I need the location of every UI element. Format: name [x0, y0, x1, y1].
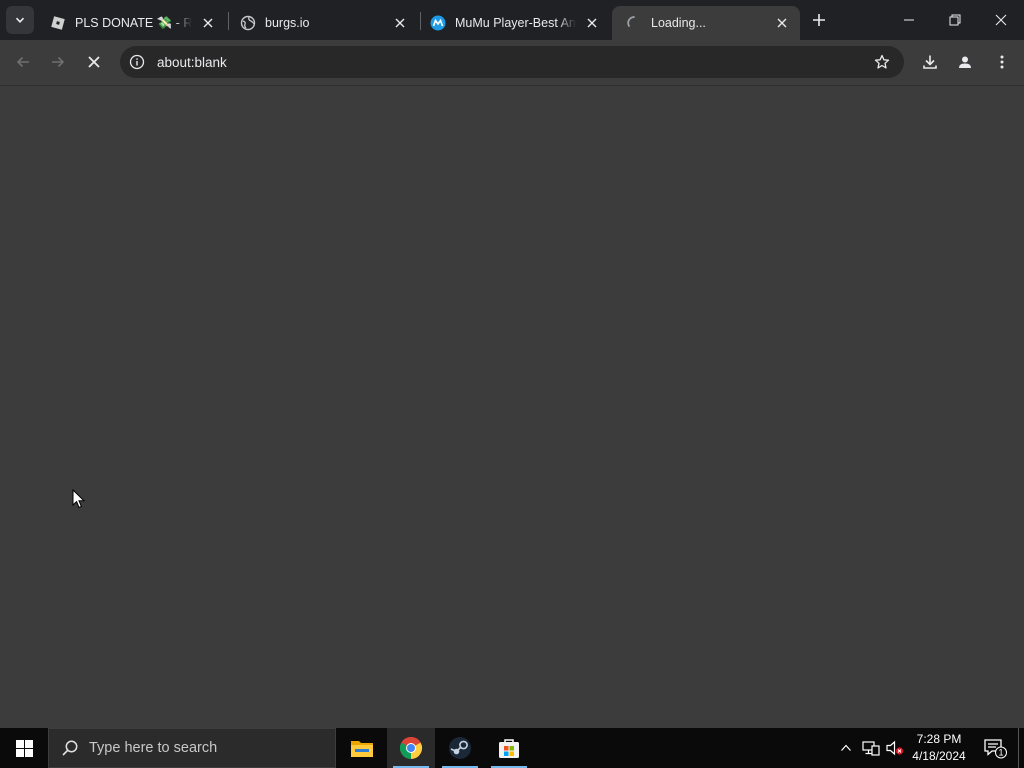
tab-title: MuMu Player-Best Android Emulator — [455, 16, 576, 30]
close-tab-icon[interactable] — [774, 15, 790, 31]
steam-icon — [449, 737, 471, 759]
globe-icon — [240, 15, 256, 31]
search-icon — [62, 740, 78, 756]
taskbar-search-box[interactable]: Type here to search — [48, 728, 336, 768]
tab-burgs[interactable]: burgs.io — [226, 6, 418, 40]
tab-title: burgs.io — [265, 16, 310, 30]
menu-button[interactable] — [987, 47, 1017, 77]
close-icon — [88, 56, 100, 68]
mumu-icon — [430, 15, 446, 31]
microsoft-store-icon — [499, 739, 519, 758]
downloads-button[interactable] — [915, 47, 945, 77]
tab-title: PLS DONATE 💸 - Roblox — [75, 15, 192, 30]
tab-pls-donate[interactable]: PLS DONATE 💸 - Roblox — [36, 6, 226, 40]
more-vertical-icon — [1000, 55, 1004, 69]
restore-button[interactable] — [932, 0, 978, 40]
arrow-right-icon — [52, 56, 65, 68]
profile-icon — [959, 56, 971, 68]
minimize-button[interactable] — [886, 0, 932, 40]
address-bar[interactable]: about:blank — [120, 46, 904, 78]
show-hidden-icons-button[interactable] — [836, 728, 856, 768]
notification-icon: 1 — [984, 739, 1007, 759]
plus-icon — [813, 14, 825, 26]
tab-mumu-player[interactable]: MuMu Player-Best Android Emulator — [416, 6, 610, 40]
close-tab-icon[interactable] — [200, 15, 216, 31]
restore-icon — [949, 14, 961, 26]
minimize-icon — [904, 19, 914, 21]
windows-taskbar: Type here to search 7:28 PM 4/18/2024 1 — [0, 728, 1024, 768]
taskbar-chrome[interactable] — [387, 728, 435, 768]
network-status-button[interactable] — [860, 728, 882, 768]
roblox-icon — [50, 15, 66, 31]
profile-button[interactable] — [950, 47, 980, 77]
page-content-blank[interactable] — [0, 86, 1024, 728]
network-icon — [862, 741, 880, 756]
tab-title: Loading... — [651, 16, 706, 30]
close-window-button[interactable] — [978, 0, 1024, 40]
loading-spinner-icon — [626, 15, 642, 31]
chrome-icon — [399, 736, 423, 759]
tab-loading[interactable]: Loading... — [612, 6, 800, 40]
chevron-down-icon — [15, 17, 25, 23]
screen: PLS DONATE 💸 - Roblox burgs.io MuMu Play… — [0, 0, 1024, 768]
new-tab-button[interactable] — [808, 9, 830, 31]
stop-loading-button[interactable] — [79, 47, 109, 77]
windows-logo-icon — [15, 739, 33, 757]
browser-tab-strip: PLS DONATE 💸 - Roblox burgs.io MuMu Play… — [0, 0, 1024, 40]
close-tab-icon[interactable] — [392, 15, 408, 31]
system-clock[interactable]: 7:28 PM 4/18/2024 — [906, 731, 972, 765]
notification-count: 1 — [998, 748, 1003, 758]
file-explorer-icon — [351, 741, 373, 757]
clock-date: 4/18/2024 — [912, 749, 966, 763]
arrow-left-icon — [16, 56, 29, 68]
bookmark-star-icon[interactable] — [874, 54, 890, 70]
browser-toolbar: about:blank — [0, 40, 1024, 86]
back-button[interactable] — [8, 47, 38, 77]
start-button[interactable] — [0, 728, 48, 768]
search-placeholder: Type here to search — [89, 740, 218, 756]
mouse-cursor-icon — [72, 489, 86, 509]
close-tab-icon[interactable] — [584, 15, 600, 31]
taskbar-microsoft-store[interactable] — [485, 728, 533, 768]
volume-muted-icon — [886, 740, 904, 756]
action-center-button[interactable]: 1 — [978, 728, 1012, 768]
close-icon — [995, 14, 1007, 26]
url-text[interactable]: about:blank — [157, 55, 227, 70]
taskbar-file-explorer[interactable] — [338, 728, 386, 768]
download-icon — [923, 55, 937, 69]
volume-button[interactable] — [884, 728, 906, 768]
forward-button[interactable] — [43, 47, 73, 77]
show-desktop-button[interactable] — [1018, 728, 1024, 768]
taskbar-steam[interactable] — [436, 728, 484, 768]
clock-time: 7:28 PM — [916, 732, 962, 746]
chevron-up-icon — [841, 744, 851, 751]
tab-search-button[interactable] — [6, 6, 34, 34]
info-icon[interactable] — [129, 54, 145, 70]
